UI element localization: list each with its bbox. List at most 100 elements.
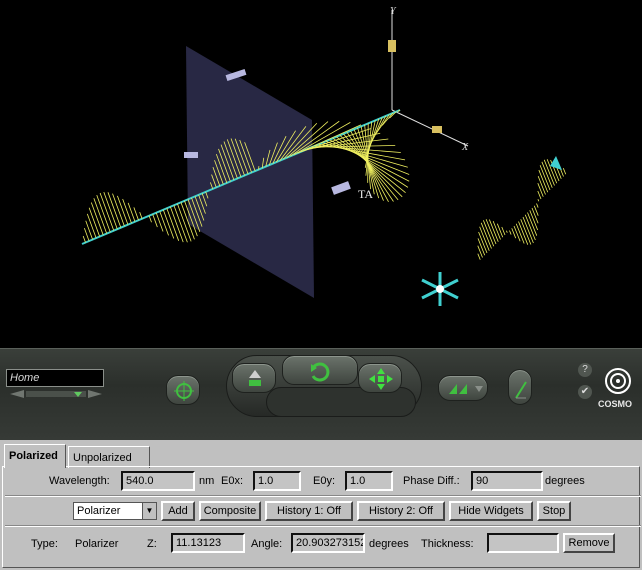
wave-hatch-line (85, 220, 93, 240)
zoom-icon (249, 370, 261, 386)
type-label: Type: (31, 538, 58, 550)
tab-polarized[interactable]: Polarized (4, 444, 66, 468)
composite-hatch-line (501, 226, 506, 236)
hide-widgets-button[interactable]: Hide Widgets (449, 501, 533, 521)
element-type-select[interactable]: Polarizer ▼ (73, 502, 157, 520)
e0x-label: E0x: (221, 475, 244, 487)
type-value: Polarizer (75, 538, 119, 550)
wave-hatch-line (103, 191, 118, 230)
cosmo-dashboard: Home ? ✔ COSMO (0, 348, 642, 440)
composite-hatch-line (492, 220, 501, 240)
composite-hatch-line (509, 230, 512, 235)
e0y-field[interactable]: 1.0 (345, 471, 393, 491)
seek-button[interactable] (166, 375, 200, 405)
wave-hatch-line (82, 235, 86, 243)
composite-hatch-line (480, 222, 492, 249)
z-field[interactable]: 11.13123 (171, 533, 245, 553)
wave-hatch-line (155, 212, 164, 232)
row-separator (5, 525, 641, 527)
z-label: Z: (147, 538, 157, 550)
tilt-button[interactable] (438, 375, 488, 401)
axis-y-label: Y (390, 6, 397, 17)
composite-hatch-line (513, 225, 521, 242)
stop-button[interactable]: Stop (537, 501, 571, 521)
composite-hatch-line (537, 183, 544, 197)
x-axis (391, 109, 469, 147)
axis-x-label: X (461, 142, 469, 153)
wave-hatch-line (107, 192, 122, 228)
composite-hatch-line (562, 168, 567, 175)
composite-hatch-line (506, 230, 508, 233)
angle-field[interactable]: 20.903273152 (291, 533, 365, 553)
composite-hatch-line (537, 190, 542, 200)
composite-button[interactable]: Composite (199, 501, 261, 521)
wave-scene[interactable]: Y X TA (0, 0, 642, 348)
pan-button[interactable] (358, 363, 402, 393)
tilt-icon (449, 384, 483, 394)
spin-button[interactable] (282, 355, 358, 385)
thickness-label: Thickness: (421, 538, 474, 550)
phase-diff-field[interactable]: 90 (471, 471, 543, 491)
handle-mid (331, 181, 351, 195)
element-type-value: Polarizer (77, 505, 121, 517)
wave-hatch-line (159, 211, 169, 236)
wave-hatch-line (173, 205, 188, 243)
history-1-button[interactable]: History 1: Off (265, 501, 353, 521)
phase-diff-unit: degrees (545, 475, 585, 487)
composite-hatch-line (522, 216, 534, 244)
remove-button[interactable]: Remove (563, 533, 615, 553)
spin-icon (311, 362, 330, 382)
viewpoint-field[interactable]: Home (6, 369, 104, 387)
phase-diff-label: Phase Diff.: (403, 475, 460, 487)
angle-unit: degrees (369, 538, 409, 550)
wave-hatch-line (127, 202, 136, 222)
angle-label: Angle: (251, 538, 283, 550)
composite-hatch-line (483, 220, 495, 247)
wave-hatch-line (148, 215, 152, 223)
brand-label: COSMO (598, 399, 633, 409)
composite-hatch-line (537, 175, 546, 195)
composite-hatch-line (477, 238, 486, 256)
wave-hatch-line (152, 214, 158, 228)
wavelength-field[interactable]: 540.0 (121, 471, 195, 491)
wave-hatch-line (93, 198, 108, 234)
pan-icon (369, 368, 393, 390)
zoom-button[interactable] (232, 363, 276, 393)
composite-hatch-line (536, 203, 539, 208)
wave-hatch-line (169, 206, 184, 243)
history-2-button[interactable]: History 2: Off (357, 501, 445, 521)
viewpoint-arrows[interactable] (8, 389, 104, 399)
wave-hatch-line (139, 212, 143, 219)
marker-label: TA (358, 187, 373, 201)
composite-hatch-line (537, 199, 540, 202)
wave-hatch-line (83, 228, 90, 242)
row-separator (5, 495, 641, 497)
wave-hatch-line (99, 192, 115, 231)
wave-hatch-line (122, 198, 132, 224)
e0x-field[interactable]: 1.0 (253, 471, 301, 491)
chevron-down-icon[interactable]: ▼ (142, 503, 156, 519)
seek-icon (174, 381, 194, 401)
wave-hatch-line (133, 207, 139, 221)
handle-left (184, 152, 198, 158)
wavelength-unit: nm (199, 475, 215, 487)
thickness-field[interactable] (487, 533, 559, 553)
wavelength-label: Wavelength: (49, 475, 110, 487)
composite-wave-widget (477, 159, 567, 260)
polarized-panel: Wavelength: 540.0 nm E0x: 1.0 E0y: 1.0 P… (2, 466, 641, 568)
go-button[interactable] (508, 369, 532, 405)
wave-hatch-line (96, 194, 111, 233)
3d-viewport[interactable]: Y X TA (0, 0, 642, 348)
e0y-label: E0y: (313, 475, 336, 487)
polarizer-plane (186, 46, 314, 298)
wave-hatch-line (86, 213, 97, 239)
add-button[interactable]: Add (161, 501, 195, 521)
polarization-applet: Polarized Unpolarized Wavelength: 540.0 … (0, 440, 642, 570)
composite-hatch-line (477, 253, 481, 260)
tab-unpolarized[interactable]: Unpolarized (68, 446, 150, 468)
rotation-widget-icon (421, 272, 459, 306)
composite-hatch-line (531, 207, 539, 224)
composite-hatch-line (496, 223, 504, 238)
cosmo-logo-icon (605, 368, 631, 394)
go-icon (515, 381, 527, 399)
